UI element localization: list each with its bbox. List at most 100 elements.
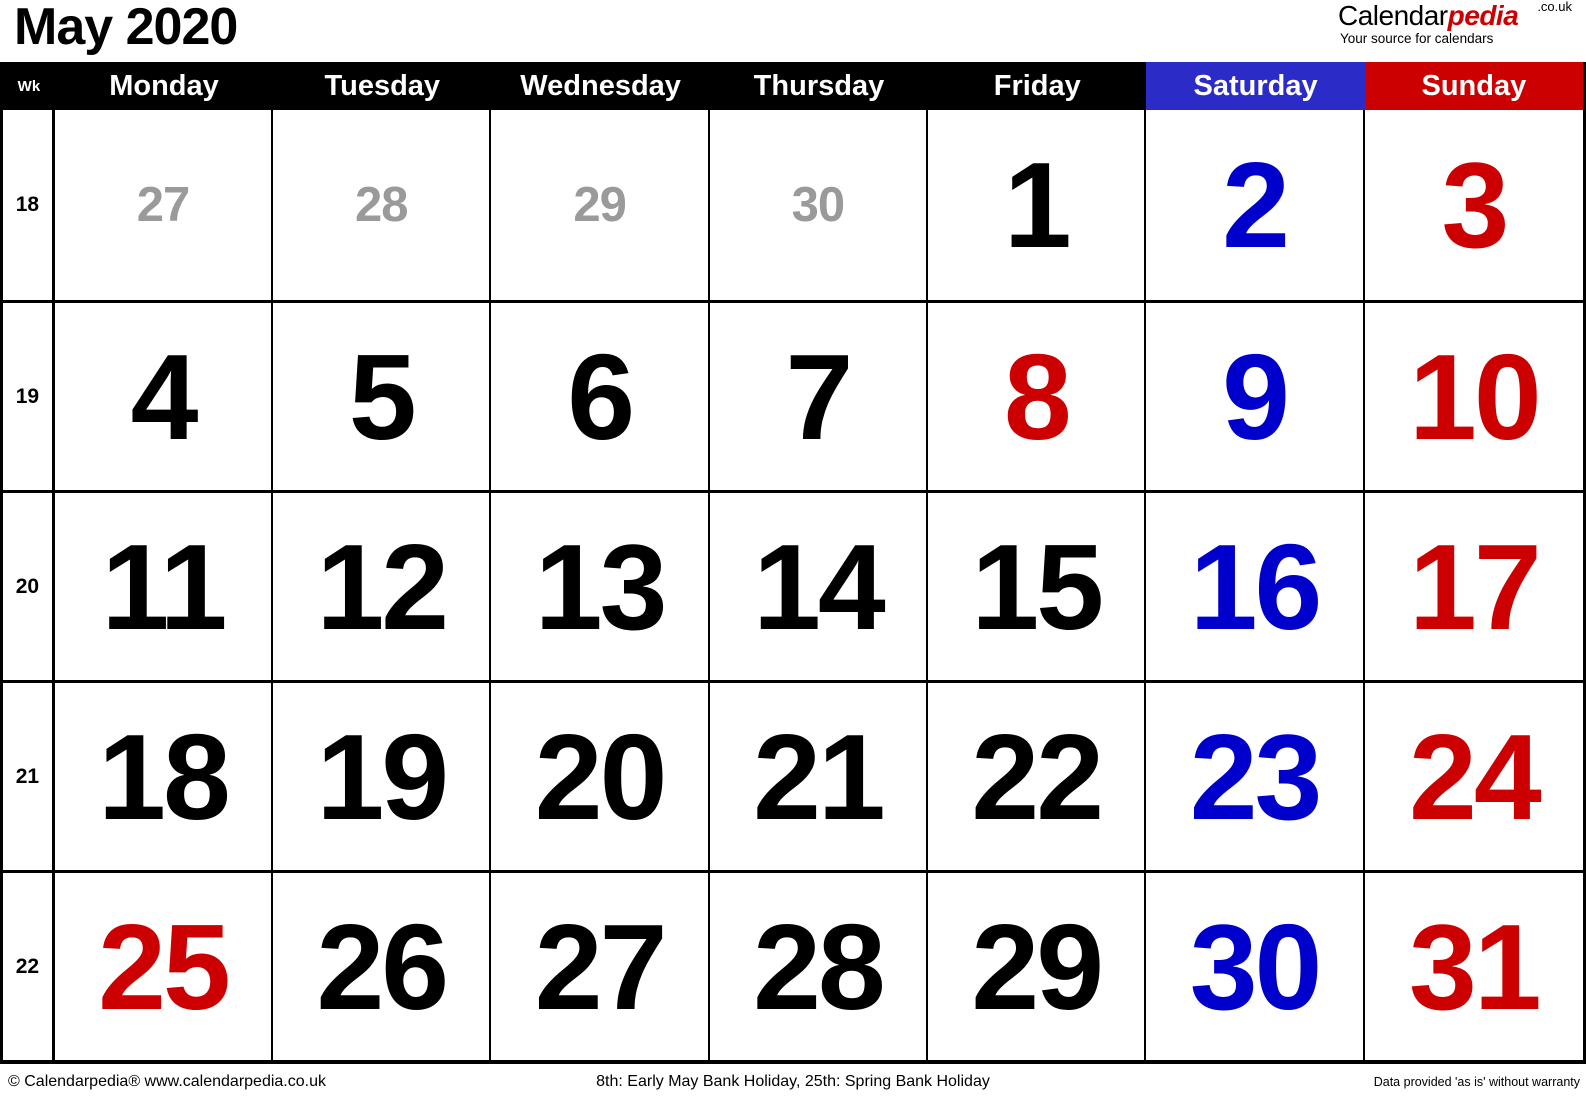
calendar-week-row: 21 18 19 20 21 22 23 24 bbox=[3, 680, 1583, 870]
calendar-header-row: Wk Monday Tuesday Wednesday Thursday Fri… bbox=[3, 62, 1584, 110]
day-number: 15 bbox=[971, 518, 1104, 655]
week-number-cell: 20 bbox=[3, 493, 55, 680]
day-number: 20 bbox=[534, 708, 668, 845]
day-cell[interactable]: 4 bbox=[55, 303, 274, 490]
page-title: May 2020 bbox=[14, 0, 238, 56]
day-cell[interactable]: 3 bbox=[1365, 110, 1583, 300]
day-cell[interactable]: 21 bbox=[710, 683, 929, 870]
day-cell[interactable]: 16 bbox=[1146, 493, 1365, 680]
day-number: 6 bbox=[567, 328, 635, 465]
day-cell[interactable]: 27 bbox=[55, 110, 274, 300]
day-number: 21 bbox=[753, 708, 886, 845]
day-cell[interactable]: 13 bbox=[491, 493, 710, 680]
day-cell[interactable]: 7 bbox=[710, 303, 929, 490]
day-cell[interactable]: 2 bbox=[1146, 110, 1365, 300]
day-number: 31 bbox=[1409, 898, 1542, 1035]
day-cell[interactable]: 29 bbox=[928, 873, 1147, 1060]
day-number: 28 bbox=[355, 177, 409, 232]
day-cell[interactable]: 6 bbox=[491, 303, 710, 490]
day-cell[interactable]: 11 bbox=[55, 493, 274, 680]
logo-text-pedia: pedia bbox=[1447, 0, 1519, 31]
day-number: 17 bbox=[1409, 518, 1542, 655]
day-number: 29 bbox=[573, 177, 627, 232]
column-header-saturday: Saturday bbox=[1146, 62, 1365, 110]
calendar-page: May 2020 Calendarpedia .co.uk Your sourc… bbox=[0, 0, 1586, 1101]
column-header-thursday: Thursday bbox=[753, 69, 885, 102]
day-number: 4 bbox=[130, 328, 199, 465]
day-cell[interactable]: 27 bbox=[491, 873, 710, 1060]
footer-disclaimer: Data provided 'as is' without warranty bbox=[1373, 1075, 1580, 1089]
day-cell[interactable]: 24 bbox=[1365, 683, 1583, 870]
week-number-cell: 21 bbox=[3, 683, 55, 870]
day-number: 1 bbox=[1003, 137, 1072, 273]
column-header-tuesday: Tuesday bbox=[324, 69, 441, 102]
day-cell[interactable]: 10 bbox=[1365, 303, 1583, 490]
calendar-grid: Wk Monday Tuesday Wednesday Thursday Fri… bbox=[0, 62, 1586, 1060]
day-number: 23 bbox=[1189, 708, 1323, 845]
day-cell[interactable]: 15 bbox=[928, 493, 1147, 680]
day-number: 3 bbox=[1441, 137, 1509, 273]
day-cell[interactable]: 8 bbox=[928, 303, 1147, 490]
footer-holidays: 8th: Early May Bank Holiday, 25th: Sprin… bbox=[596, 1073, 990, 1090]
column-header-wednesday: Wednesday bbox=[520, 69, 681, 102]
day-number: 30 bbox=[791, 177, 846, 232]
day-number: 25 bbox=[98, 898, 231, 1035]
day-number: 22 bbox=[971, 708, 1104, 845]
week-number-cell: 19 bbox=[3, 303, 55, 490]
day-cell[interactable]: 28 bbox=[710, 873, 929, 1060]
day-number: 9 bbox=[1222, 328, 1290, 465]
day-number: 30 bbox=[1189, 898, 1323, 1035]
day-cell[interactable]: 29 bbox=[491, 110, 710, 300]
day-cell[interactable]: 26 bbox=[273, 873, 492, 1060]
day-number: 12 bbox=[316, 518, 449, 655]
day-cell[interactable]: 23 bbox=[1146, 683, 1365, 870]
day-number: 19 bbox=[316, 708, 449, 845]
column-header-week: Wk bbox=[17, 77, 41, 95]
day-cell[interactable]: 28 bbox=[273, 110, 492, 300]
day-number: 10 bbox=[1409, 328, 1542, 465]
day-number: 11 bbox=[101, 518, 228, 655]
day-number: 7 bbox=[785, 328, 854, 465]
calendar-week-row: 18 27 28 29 30 1 2 3 bbox=[3, 110, 1583, 300]
day-cell[interactable]: 5 bbox=[273, 303, 492, 490]
day-cell[interactable]: 1 bbox=[928, 110, 1147, 300]
day-cell[interactable]: 14 bbox=[710, 493, 929, 680]
day-number: 26 bbox=[316, 898, 449, 1035]
calendar-week-row: 20 11 12 13 14 15 16 17 bbox=[3, 490, 1583, 680]
day-cell[interactable]: 31 bbox=[1365, 873, 1583, 1060]
day-cell[interactable]: 18 bbox=[55, 683, 274, 870]
day-number: 27 bbox=[534, 898, 668, 1035]
week-number-cell: 18 bbox=[3, 110, 55, 300]
day-number: 24 bbox=[1409, 708, 1542, 845]
day-cell[interactable]: 9 bbox=[1146, 303, 1365, 490]
day-cell[interactable]: 22 bbox=[928, 683, 1147, 870]
column-header-friday: Friday bbox=[993, 69, 1081, 102]
day-cell[interactable]: 25 bbox=[55, 873, 274, 1060]
calendar-footer: © Calendarpedia® www.calendarpedia.co.uk… bbox=[0, 1060, 1586, 1101]
day-cell[interactable]: 30 bbox=[1146, 873, 1365, 1060]
logo-text-calendar: Calendar bbox=[1338, 0, 1448, 31]
logo-wordmark: Calendarpedia .co.uk bbox=[1338, 0, 1578, 31]
day-cell[interactable]: 19 bbox=[273, 683, 492, 870]
logo-tld: .co.uk bbox=[1537, 0, 1572, 14]
day-number: 18 bbox=[98, 708, 231, 845]
day-number: 13 bbox=[534, 518, 668, 655]
logo-tagline: Your source for calendars bbox=[1340, 31, 1494, 46]
day-number: 27 bbox=[136, 177, 191, 232]
day-number: 14 bbox=[753, 518, 886, 655]
day-number: 8 bbox=[1003, 328, 1072, 465]
day-cell[interactable]: 12 bbox=[273, 493, 492, 680]
week-number-cell: 22 bbox=[3, 873, 55, 1060]
day-cell[interactable]: 17 bbox=[1365, 493, 1583, 680]
day-number: 2 bbox=[1222, 137, 1290, 273]
column-header-monday: Monday bbox=[109, 69, 219, 102]
calendar-weeks: 18 27 28 29 30 1 2 3 19 4 5 6 7 8 9 10 20 11 12 13 14 15 16 17 2… bbox=[3, 110, 1583, 1060]
day-cell[interactable]: 20 bbox=[491, 683, 710, 870]
calendar-week-row: 22 25 26 27 28 29 30 31 bbox=[3, 870, 1583, 1060]
day-cell[interactable]: 30 bbox=[710, 110, 929, 300]
calendar-header-bar: May 2020 Calendarpedia .co.uk Your sourc… bbox=[0, 0, 1586, 62]
day-number: 5 bbox=[348, 328, 417, 465]
calendarpedia-logo: Calendarpedia .co.uk Your source for cal… bbox=[1338, 0, 1578, 47]
column-header-sunday: Sunday bbox=[1364, 62, 1584, 110]
calendar-week-row: 19 4 5 6 7 8 9 10 bbox=[3, 300, 1583, 490]
